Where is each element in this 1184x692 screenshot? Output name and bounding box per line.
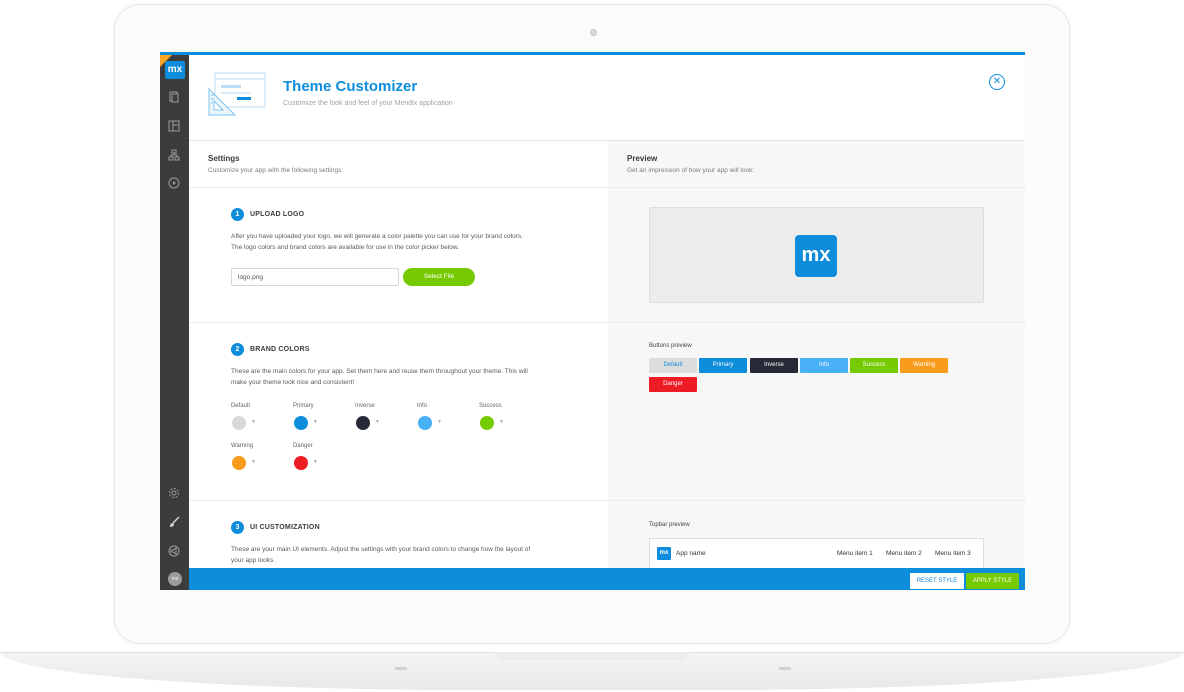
color-swatch[interactable]: [294, 456, 308, 470]
color-picker-success[interactable]: Success ▼: [479, 403, 529, 437]
buttons-preview-section: Buttons preview Default Primary Inverse …: [608, 323, 1025, 501]
color-picker-inverse[interactable]: Inverse ▼: [355, 403, 405, 437]
close-button[interactable]: ✕: [989, 74, 1005, 90]
avatar[interactable]: mx: [168, 572, 182, 586]
action-bar: RESET STYLE APPLY STYLE: [189, 568, 1025, 590]
app-screen: mx mx Theme Customizer Customize the loo…: [160, 52, 1025, 590]
step-number: 3: [231, 521, 244, 534]
gear-icon[interactable]: [167, 487, 181, 501]
color-label: Info: [417, 403, 428, 409]
color-swatch[interactable]: [232, 416, 246, 430]
logo-preview-box: mx: [649, 207, 984, 303]
topbar-menu-item[interactable]: Menu item 3: [935, 550, 971, 557]
success-button-preview[interactable]: Success: [850, 358, 898, 373]
theme-illustration-icon: [207, 71, 269, 122]
chevron-down-icon[interactable]: ▼: [375, 419, 380, 425]
settings-subtitle: Customize your app with the following se…: [208, 167, 344, 174]
announcement-icon[interactable]: [167, 545, 181, 559]
laptop-notch: [495, 652, 689, 660]
primary-button-preview[interactable]: Primary: [699, 358, 747, 373]
apply-style-button[interactable]: APPLY STYLE: [966, 573, 1019, 589]
settings-panel: Settings Customize your app with the fol…: [189, 141, 608, 568]
brand-colors-section: 2 BRAND COLORS These are the main colors…: [189, 323, 608, 501]
color-label: Default: [231, 403, 251, 409]
settings-header: Settings Customize your app with the fol…: [189, 141, 608, 188]
close-icon: ✕: [992, 76, 1002, 87]
chevron-down-icon[interactable]: ▼: [313, 419, 318, 425]
sidebar: mx mx: [160, 55, 189, 590]
step-title: UI CUSTOMIZATION: [250, 524, 320, 531]
play-icon[interactable]: [167, 177, 181, 191]
laptop-foot: [779, 667, 791, 670]
chevron-down-icon[interactable]: ▼: [251, 419, 256, 425]
select-file-button[interactable]: Select File: [403, 268, 475, 286]
color-picker-info[interactable]: Info ▼: [417, 403, 467, 437]
topbar-logo: mx: [657, 547, 671, 560]
warning-button-preview[interactable]: Warning: [900, 358, 948, 373]
chevron-down-icon[interactable]: ▼: [313, 459, 318, 465]
settings-title: Settings: [208, 154, 240, 163]
topbar-app-name: App name: [676, 550, 706, 557]
step-title: UPLOAD LOGO: [250, 211, 305, 218]
topbar-preview-label: Topbar preview: [649, 522, 690, 528]
page-title: Theme Customizer: [283, 78, 418, 95]
step-title: BRAND COLORS: [250, 346, 310, 353]
color-label: Danger: [293, 443, 313, 449]
color-picker-default[interactable]: Default ▼: [231, 403, 281, 437]
preview-header: Preview Get an impression of how your ap…: [608, 141, 1025, 188]
step-description: After you have uploaded your logo, we wi…: [231, 233, 523, 251]
topbar-menu-item[interactable]: Menu item 1: [837, 550, 873, 557]
color-swatch[interactable]: [294, 416, 308, 430]
laptop-foot: [395, 667, 407, 670]
default-button-preview[interactable]: Default: [649, 358, 697, 373]
page-header: Theme Customizer Customize the look and …: [189, 55, 1025, 141]
chevron-down-icon[interactable]: ▼: [251, 459, 256, 465]
color-swatch[interactable]: [418, 416, 432, 430]
step-description: These are the main colors for your app. …: [231, 368, 528, 386]
color-swatch[interactable]: [232, 456, 246, 470]
upload-logo-section: 1 UPLOAD LOGO After you have uploaded yo…: [189, 188, 608, 323]
step-number: 1: [231, 208, 244, 221]
page-subtitle: Customize the look and feel of your Mend…: [283, 100, 453, 107]
camera: [590, 29, 597, 36]
preview-subtitle: Get an impression of how your app will l…: [627, 167, 755, 174]
preview-title: Preview: [627, 154, 658, 163]
ui-customization-section: 3 UI CUSTOMIZATION These are your main U…: [189, 501, 608, 568]
topbar-preview: mx App name Menu item 1 Menu item 2 Menu…: [649, 538, 984, 572]
topbar-menu-item[interactable]: Menu item 2: [886, 550, 922, 557]
color-picker-primary[interactable]: Primary ▼: [293, 403, 343, 437]
color-label: Primary: [293, 403, 314, 409]
inverse-button-preview[interactable]: Inverse: [750, 358, 798, 373]
brush-icon[interactable]: [167, 516, 181, 530]
corner-ribbon: [160, 55, 172, 67]
color-label: Inverse: [355, 403, 375, 409]
logo-preview-section: mx: [608, 188, 1025, 323]
reset-style-button[interactable]: RESET STYLE: [910, 573, 964, 589]
danger-button-preview[interactable]: Danger: [649, 377, 697, 392]
chevron-down-icon[interactable]: ▼: [437, 419, 442, 425]
color-label: Warning: [231, 443, 254, 449]
chevron-down-icon[interactable]: ▼: [499, 419, 504, 425]
color-swatch[interactable]: [356, 416, 370, 430]
info-button-preview[interactable]: Info: [800, 358, 848, 373]
preview-panel: Preview Get an impression of how your ap…: [608, 141, 1025, 568]
buttons-preview-label: Buttons preview: [649, 343, 692, 349]
color-picker-warning[interactable]: Warning ▼: [231, 443, 281, 477]
logo-file-input[interactable]: logo.png: [231, 268, 399, 286]
step-description: These are your main UI elements. Adjust …: [231, 546, 531, 564]
color-swatch[interactable]: [480, 416, 494, 430]
color-picker-danger[interactable]: Danger ▼: [293, 443, 343, 477]
pages-icon[interactable]: [167, 91, 181, 105]
sitemap-icon[interactable]: [167, 149, 181, 163]
app-explorer-icon[interactable]: [167, 120, 181, 134]
color-label: Success: [479, 403, 502, 409]
logo-preview: mx: [795, 235, 837, 277]
step-number: 2: [231, 343, 244, 356]
